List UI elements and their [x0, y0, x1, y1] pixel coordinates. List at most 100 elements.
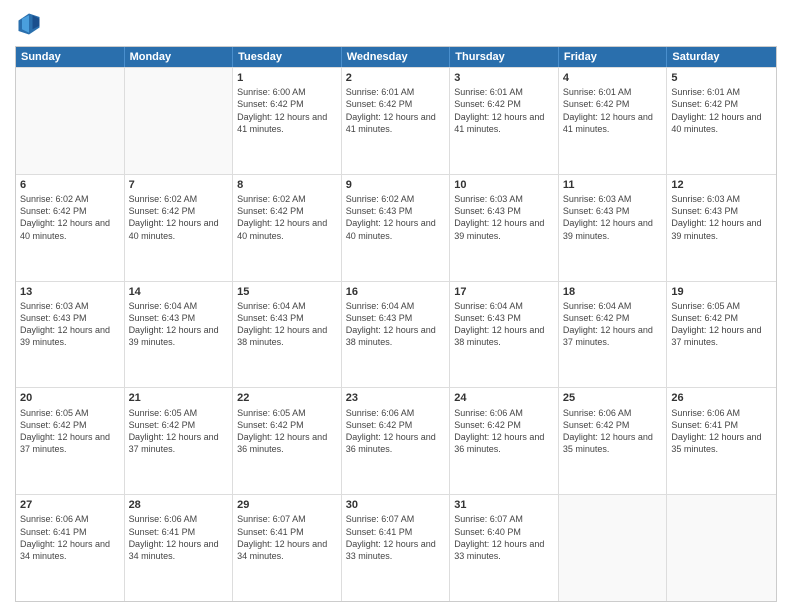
calendar-row-2: 6Sunrise: 6:02 AM Sunset: 6:42 PM Daylig… [16, 174, 776, 281]
cell-info: Sunrise: 6:05 AM Sunset: 6:42 PM Dayligh… [237, 407, 337, 456]
day-number: 4 [563, 71, 663, 85]
calendar-cell: 15Sunrise: 6:04 AM Sunset: 6:43 PM Dayli… [233, 282, 342, 388]
header-day-wednesday: Wednesday [342, 47, 451, 67]
day-number: 27 [20, 498, 120, 512]
calendar-cell: 17Sunrise: 6:04 AM Sunset: 6:43 PM Dayli… [450, 282, 559, 388]
cell-info: Sunrise: 6:02 AM Sunset: 6:42 PM Dayligh… [237, 193, 337, 242]
calendar-cell: 28Sunrise: 6:06 AM Sunset: 6:41 PM Dayli… [125, 495, 234, 601]
day-number: 21 [129, 391, 229, 405]
cell-info: Sunrise: 6:06 AM Sunset: 6:41 PM Dayligh… [20, 513, 120, 562]
cell-info: Sunrise: 6:05 AM Sunset: 6:42 PM Dayligh… [129, 407, 229, 456]
calendar-cell: 16Sunrise: 6:04 AM Sunset: 6:43 PM Dayli… [342, 282, 451, 388]
calendar-row-4: 20 Sunrise: 6:05 AM Sunset: 6:42 PM Dayli… [16, 387, 776, 494]
calendar-cell: 31Sunrise: 6:07 AM Sunset: 6:40 PM Dayli… [450, 495, 559, 601]
calendar-cell: 27Sunrise: 6:06 AM Sunset: 6:41 PM Dayli… [16, 495, 125, 601]
calendar-cell: 24 Sunrise: 6:06 AM Sunset: 6:42 PM Dayli… [450, 388, 559, 494]
calendar-cell: 26 Sunrise: 6:06 AM Sunset: 6:41 PM Dayli… [667, 388, 776, 494]
day-number: 11 [563, 178, 663, 192]
calendar-row-5: 27Sunrise: 6:06 AM Sunset: 6:41 PM Dayli… [16, 494, 776, 601]
cell-info: Sunrise: 6:06 AM Sunset: 6:42 PM Dayligh… [563, 407, 663, 456]
header-day-thursday: Thursday [450, 47, 559, 67]
cell-info: Sunrise: 6:00 AM Sunset: 6:42 PM Dayligh… [237, 86, 337, 135]
day-number: 19 [671, 285, 772, 299]
header-day-saturday: Saturday [667, 47, 776, 67]
calendar-cell: 6Sunrise: 6:02 AM Sunset: 6:42 PM Daylig… [16, 175, 125, 281]
header-day-monday: Monday [125, 47, 234, 67]
day-number: 1 [237, 71, 337, 85]
calendar-row-3: 13Sunrise: 6:03 AM Sunset: 6:43 PM Dayli… [16, 281, 776, 388]
cell-info: Sunrise: 6:04 AM Sunset: 6:43 PM Dayligh… [129, 300, 229, 349]
cell-info: Sunrise: 6:01 AM Sunset: 6:42 PM Dayligh… [454, 86, 554, 135]
cell-info: Sunrise: 6:07 AM Sunset: 6:41 PM Dayligh… [237, 513, 337, 562]
logo [15, 10, 47, 38]
day-number: 31 [454, 498, 554, 512]
cell-info: Sunrise: 6:02 AM Sunset: 6:42 PM Dayligh… [20, 193, 120, 242]
calendar-cell: 13Sunrise: 6:03 AM Sunset: 6:43 PM Dayli… [16, 282, 125, 388]
cell-info: Sunrise: 6:06 AM Sunset: 6:41 PM Dayligh… [129, 513, 229, 562]
day-number: 9 [346, 178, 446, 192]
day-number: 24 [454, 391, 554, 405]
calendar-cell: 1Sunrise: 6:00 AM Sunset: 6:42 PM Daylig… [233, 68, 342, 174]
calendar: SundayMondayTuesdayWednesdayThursdayFrid… [15, 46, 777, 602]
day-number: 23 [346, 391, 446, 405]
day-number: 5 [671, 71, 772, 85]
calendar-cell [125, 68, 234, 174]
calendar-cell [667, 495, 776, 601]
cell-info: Sunrise: 6:03 AM Sunset: 6:43 PM Dayligh… [671, 193, 772, 242]
calendar-cell [16, 68, 125, 174]
cell-info: Sunrise: 6:04 AM Sunset: 6:42 PM Dayligh… [563, 300, 663, 349]
calendar-cell: 22 Sunrise: 6:05 AM Sunset: 6:42 PM Dayli… [233, 388, 342, 494]
cell-info: Sunrise: 6:06 AM Sunset: 6:42 PM Dayligh… [454, 407, 554, 456]
header-day-friday: Friday [559, 47, 668, 67]
day-number: 7 [129, 178, 229, 192]
calendar-cell: 19Sunrise: 6:05 AM Sunset: 6:42 PM Dayli… [667, 282, 776, 388]
cell-info: Sunrise: 6:02 AM Sunset: 6:42 PM Dayligh… [129, 193, 229, 242]
day-number: 6 [20, 178, 120, 192]
day-number: 18 [563, 285, 663, 299]
day-number: 20 [20, 391, 120, 405]
calendar-cell: 14Sunrise: 6:04 AM Sunset: 6:43 PM Dayli… [125, 282, 234, 388]
header-day-tuesday: Tuesday [233, 47, 342, 67]
calendar-cell: 25 Sunrise: 6:06 AM Sunset: 6:42 PM Dayli… [559, 388, 668, 494]
cell-info: Sunrise: 6:05 AM Sunset: 6:42 PM Dayligh… [20, 407, 120, 456]
header-day-sunday: Sunday [16, 47, 125, 67]
cell-info: Sunrise: 6:03 AM Sunset: 6:43 PM Dayligh… [20, 300, 120, 349]
day-number: 30 [346, 498, 446, 512]
calendar-cell: 7Sunrise: 6:02 AM Sunset: 6:42 PM Daylig… [125, 175, 234, 281]
day-number: 2 [346, 71, 446, 85]
day-number: 3 [454, 71, 554, 85]
calendar-cell [559, 495, 668, 601]
day-number: 15 [237, 285, 337, 299]
cell-info: Sunrise: 6:03 AM Sunset: 6:43 PM Dayligh… [563, 193, 663, 242]
calendar-cell: 11Sunrise: 6:03 AM Sunset: 6:43 PM Dayli… [559, 175, 668, 281]
day-number: 13 [20, 285, 120, 299]
calendar-cell: 9Sunrise: 6:02 AM Sunset: 6:43 PM Daylig… [342, 175, 451, 281]
calendar-cell: 23Sunrise: 6:06 AM Sunset: 6:42 PM Dayli… [342, 388, 451, 494]
day-number: 26 [671, 391, 772, 405]
cell-info: Sunrise: 6:07 AM Sunset: 6:40 PM Dayligh… [454, 513, 554, 562]
cell-info: Sunrise: 6:06 AM Sunset: 6:41 PM Dayligh… [671, 407, 772, 456]
calendar-cell: 30Sunrise: 6:07 AM Sunset: 6:41 PM Dayli… [342, 495, 451, 601]
calendar-cell: 4Sunrise: 6:01 AM Sunset: 6:42 PM Daylig… [559, 68, 668, 174]
cell-info: Sunrise: 6:07 AM Sunset: 6:41 PM Dayligh… [346, 513, 446, 562]
calendar-cell: 12Sunrise: 6:03 AM Sunset: 6:43 PM Dayli… [667, 175, 776, 281]
day-number: 29 [237, 498, 337, 512]
cell-info: Sunrise: 6:01 AM Sunset: 6:42 PM Dayligh… [671, 86, 772, 135]
calendar-cell: 10Sunrise: 6:03 AM Sunset: 6:43 PM Dayli… [450, 175, 559, 281]
calendar-cell: 2Sunrise: 6:01 AM Sunset: 6:42 PM Daylig… [342, 68, 451, 174]
calendar-cell: 5Sunrise: 6:01 AM Sunset: 6:42 PM Daylig… [667, 68, 776, 174]
calendar-cell: 29Sunrise: 6:07 AM Sunset: 6:41 PM Dayli… [233, 495, 342, 601]
calendar-cell: 21 Sunrise: 6:05 AM Sunset: 6:42 PM Dayli… [125, 388, 234, 494]
day-number: 10 [454, 178, 554, 192]
cell-info: Sunrise: 6:05 AM Sunset: 6:42 PM Dayligh… [671, 300, 772, 349]
calendar-cell: 3Sunrise: 6:01 AM Sunset: 6:42 PM Daylig… [450, 68, 559, 174]
day-number: 22 [237, 391, 337, 405]
calendar-cell: 8Sunrise: 6:02 AM Sunset: 6:42 PM Daylig… [233, 175, 342, 281]
day-number: 14 [129, 285, 229, 299]
day-number: 25 [563, 391, 663, 405]
cell-info: Sunrise: 6:01 AM Sunset: 6:42 PM Dayligh… [563, 86, 663, 135]
calendar-header: SundayMondayTuesdayWednesdayThursdayFrid… [16, 47, 776, 67]
day-number: 8 [237, 178, 337, 192]
day-number: 12 [671, 178, 772, 192]
day-number: 16 [346, 285, 446, 299]
